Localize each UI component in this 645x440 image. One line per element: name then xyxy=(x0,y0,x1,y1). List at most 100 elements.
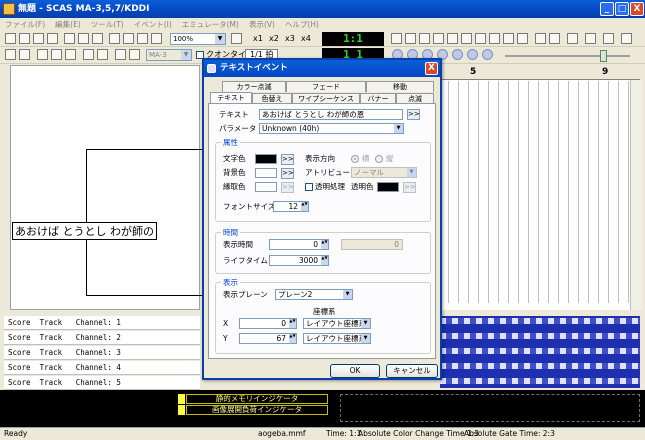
save-icon[interactable] xyxy=(33,33,44,44)
stop-icon[interactable] xyxy=(452,49,463,60)
param-select[interactable]: Unknown (40h) ▼ xyxy=(259,123,404,134)
text-input[interactable]: あおけば とうとし わが師の恩 xyxy=(259,109,403,120)
track-row[interactable]: Score Track Channel: 2 xyxy=(4,331,200,345)
fast-forward-icon[interactable] xyxy=(482,49,493,60)
menu-help[interactable]: ヘルプ(H) xyxy=(280,18,324,31)
vertical-radio[interactable] xyxy=(375,155,383,163)
bg-color-button[interactable]: >> xyxy=(281,168,294,179)
next-icon[interactable] xyxy=(467,49,478,60)
layout-icon[interactable] xyxy=(83,49,94,60)
scale-x4-button[interactable]: x4 xyxy=(301,33,311,45)
pencil-icon[interactable] xyxy=(603,33,614,44)
trans-color-button[interactable]: >> xyxy=(403,182,416,193)
marker-icon[interactable] xyxy=(621,33,632,44)
bg-color-swatch[interactable] xyxy=(255,168,277,178)
cut-icon[interactable] xyxy=(64,33,75,44)
paste-icon[interactable] xyxy=(92,33,103,44)
grid-icon[interactable] xyxy=(475,33,486,44)
copy-icon[interactable] xyxy=(78,33,89,44)
display-time-input[interactable]: 0 ▲▼ xyxy=(269,239,329,250)
trans-color-swatch[interactable] xyxy=(377,182,399,192)
scale-x1-button[interactable]: x1 xyxy=(253,33,263,45)
save-as-icon[interactable] xyxy=(47,33,58,44)
y-coord-select[interactable]: レイアウト座標系 ▼ xyxy=(303,333,371,344)
ok-button[interactable]: OK xyxy=(330,364,380,378)
grid-icon[interactable] xyxy=(489,33,500,44)
tab-move[interactable]: 移動 xyxy=(366,81,434,92)
open-folder-icon[interactable] xyxy=(19,33,30,44)
minimize-button[interactable]: _ xyxy=(600,2,614,16)
grid-icon[interactable] xyxy=(461,33,472,44)
track-row[interactable]: Score Track Channel: 1 xyxy=(4,316,200,330)
track-timeline[interactable] xyxy=(440,316,640,388)
grid-icon[interactable] xyxy=(517,33,528,44)
spinner-icon[interactable]: ▲▼ xyxy=(301,202,308,211)
undo-icon[interactable] xyxy=(535,33,546,44)
text-color-button[interactable]: >> xyxy=(281,154,294,165)
new-file-icon[interactable] xyxy=(5,33,16,44)
list-icon[interactable] xyxy=(51,49,62,60)
edge-color-swatch[interactable] xyxy=(255,182,277,192)
spinner-icon[interactable]: ▲▼ xyxy=(321,256,328,265)
dialog-close-button[interactable]: X xyxy=(425,62,438,75)
music-note-icon[interactable] xyxy=(115,49,126,60)
close-button[interactable]: X xyxy=(630,2,644,16)
menu-event[interactable]: イベント(I) xyxy=(129,18,177,31)
hand-icon[interactable] xyxy=(585,33,596,44)
vertical-scrollbar[interactable] xyxy=(630,80,642,310)
lifetime-input[interactable]: 3000 ▲▼ xyxy=(269,255,329,266)
grid-icon[interactable] xyxy=(447,33,458,44)
text-color-swatch[interactable] xyxy=(255,154,277,164)
menu-emulator[interactable]: エミュレータ(M) xyxy=(177,18,244,31)
grid-icon[interactable] xyxy=(433,33,444,44)
menu-tools[interactable]: ツール(T) xyxy=(86,18,129,31)
spinner-icon[interactable]: ▲▼ xyxy=(321,240,328,249)
plane-select[interactable]: プレーン2 ▼ xyxy=(275,289,353,300)
track-row[interactable]: Score Track Channel: 4 xyxy=(4,361,200,375)
track-row[interactable]: Score Track Channel: 3 xyxy=(4,346,200,360)
zoom-icon[interactable] xyxy=(231,33,242,44)
volume-slider[interactable] xyxy=(600,50,607,62)
grid-icon[interactable] xyxy=(419,33,430,44)
model-select[interactable]: MA-3 ▼ xyxy=(146,49,192,61)
emulator-icon[interactable] xyxy=(123,33,134,44)
transparent-checkbox[interactable] xyxy=(305,183,313,191)
y-input[interactable]: 67 ▲▼ xyxy=(239,333,297,344)
tab-color-blink[interactable]: カラー点滅 xyxy=(222,81,286,92)
x-input[interactable]: 0 ▲▼ xyxy=(239,318,297,329)
tab-fade[interactable]: フェード xyxy=(286,81,366,92)
text-preview[interactable]: あおけば とうとし わが師の xyxy=(12,222,157,240)
scale-x2-button[interactable]: x2 xyxy=(269,33,279,45)
spinner-icon[interactable]: ▲▼ xyxy=(289,319,296,328)
attribute-select[interactable]: ノーマル ▼ xyxy=(351,167,417,178)
menu-file[interactable]: ファイル(F) xyxy=(0,18,50,31)
edit-icon[interactable] xyxy=(109,33,120,44)
list-icon[interactable] xyxy=(65,49,76,60)
grid-icon[interactable] xyxy=(405,33,416,44)
spinner-icon[interactable]: ▲▼ xyxy=(289,334,296,343)
redo-icon[interactable] xyxy=(549,33,560,44)
edge-color-button[interactable]: >> xyxy=(281,182,294,193)
flag-icon[interactable] xyxy=(567,33,578,44)
maximize-button[interactable]: □ xyxy=(615,2,629,16)
menu-edit[interactable]: 編集(E) xyxy=(50,18,86,31)
layout-editor[interactable]: あおけば とうとし わが師の xyxy=(10,65,204,310)
list-icon[interactable] xyxy=(37,49,48,60)
music-note-icon[interactable] xyxy=(129,49,140,60)
scale-x3-button[interactable]: x3 xyxy=(285,33,295,45)
layout-icon[interactable] xyxy=(97,49,108,60)
settings-icon[interactable] xyxy=(151,33,162,44)
track-row[interactable]: Score Track Channel: 5 xyxy=(4,376,200,390)
zoom-select[interactable]: 100% ▼ xyxy=(170,33,226,45)
grid-icon[interactable] xyxy=(391,33,402,44)
text-browse-button[interactable]: >> xyxy=(407,109,420,120)
device-icon[interactable] xyxy=(137,33,148,44)
cancel-button[interactable]: キャンセル xyxy=(386,364,438,378)
view-icon[interactable] xyxy=(5,49,16,60)
view-icon[interactable] xyxy=(19,49,30,60)
horizontal-radio[interactable] xyxy=(351,155,359,163)
menu-view[interactable]: 表示(V) xyxy=(244,18,280,31)
x-coord-select[interactable]: レイアウト座標系 ▼ xyxy=(303,318,371,329)
grid-icon[interactable] xyxy=(503,33,514,44)
timeline[interactable]: 5 9 xyxy=(440,65,640,310)
